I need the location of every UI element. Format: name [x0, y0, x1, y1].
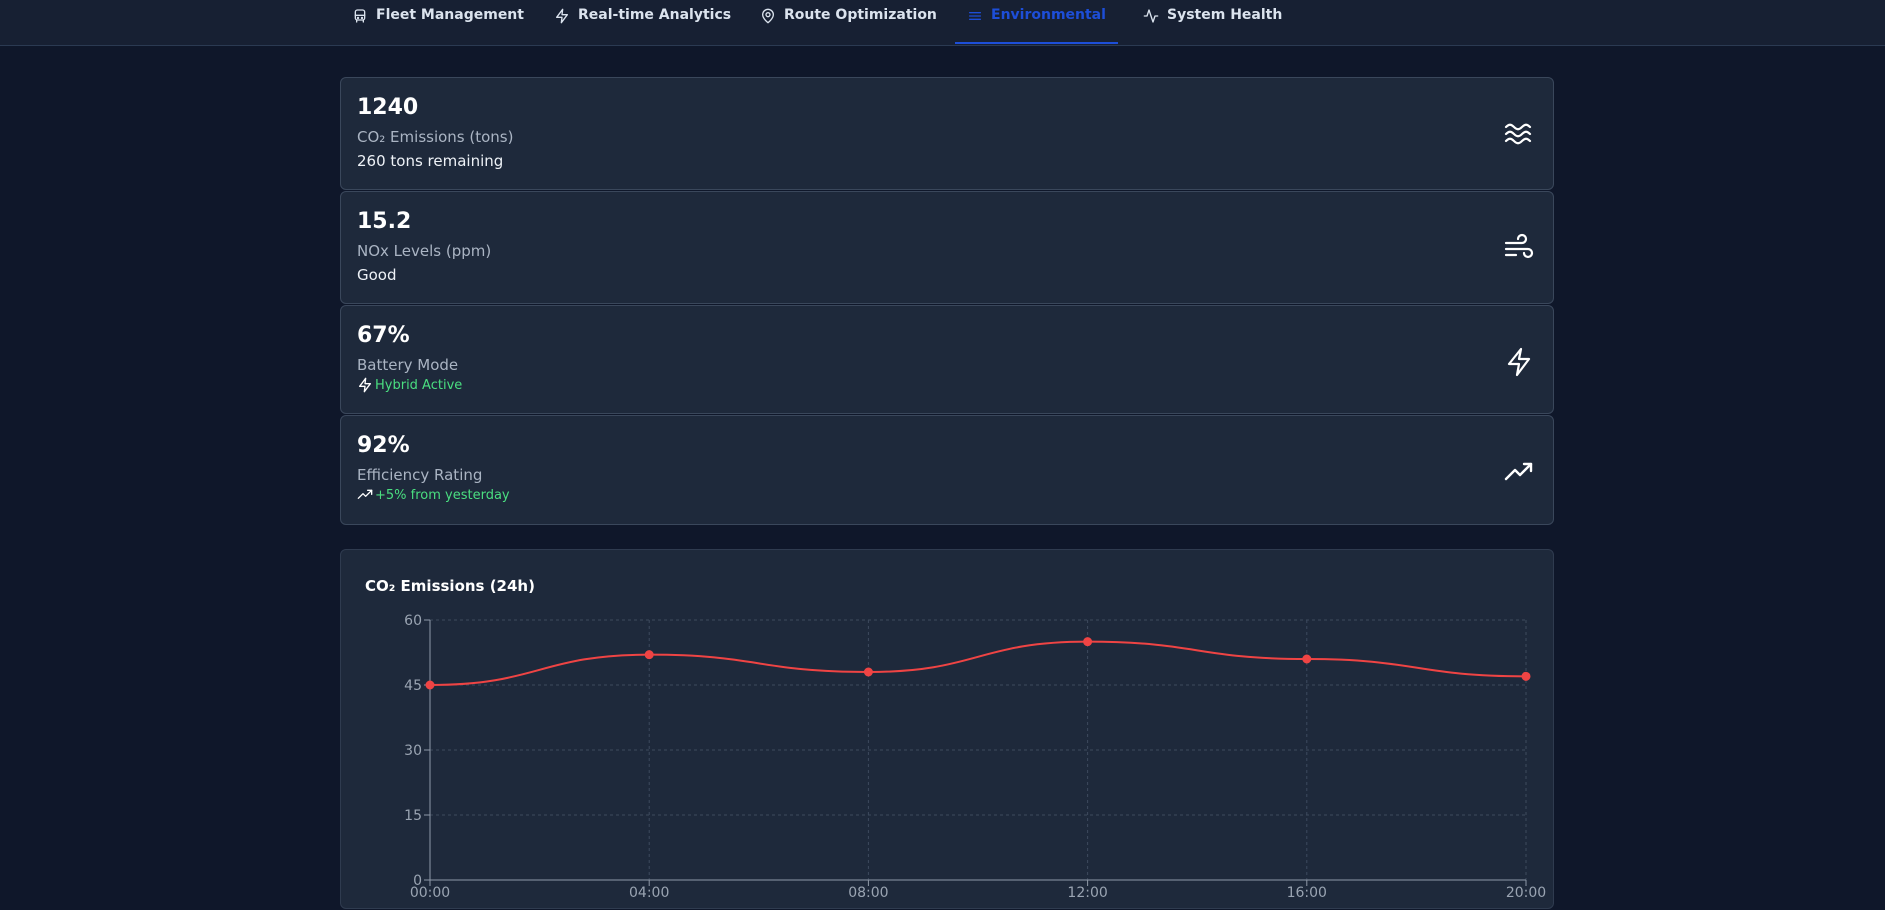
x-tick-label: 20:00 [1506, 885, 1546, 901]
tab-fleet-management[interactable]: Fleet Management [352, 0, 524, 45]
metric-subtext: Hybrid Active [357, 377, 462, 393]
waves-icon [1504, 123, 1532, 145]
tab-label: Route Optimization [784, 7, 937, 23]
data-point [1083, 637, 1093, 647]
metric-label: Efficiency Rating [357, 466, 483, 484]
x-tick-label: 08:00 [848, 885, 888, 901]
x-tick-label: 16:00 [1287, 885, 1327, 901]
metric-card-efficiency: 92% Efficiency Rating +5% from yesterday [340, 415, 1554, 525]
metric-subtext: +5% from yesterday [357, 487, 510, 503]
metric-label: Battery Mode [357, 356, 459, 374]
metric-label: NOx Levels (ppm) [357, 242, 492, 260]
data-point [863, 667, 873, 677]
metric-label: CO₂ Emissions (tons) [357, 128, 514, 146]
list-icon [969, 12, 981, 20]
tab-real-time-analytics[interactable]: Real-time Analytics [554, 0, 731, 45]
data-point [1521, 671, 1531, 681]
y-tick-label: 60 [404, 613, 422, 629]
data-point [425, 680, 435, 690]
trending-up-icon [1504, 462, 1533, 481]
metric-card-nox: 15.2 NOx Levels (ppm) Good [340, 191, 1554, 304]
map-pin-icon [762, 8, 774, 24]
tab-route-optimization[interactable]: Route Optimization [760, 0, 937, 45]
lightning-icon [1507, 347, 1531, 377]
metric-subtext: Good [357, 266, 397, 284]
y-tick-label: 30 [404, 743, 422, 759]
lightning-icon [359, 377, 371, 393]
wind-icon [1504, 233, 1534, 259]
metric-card-battery: 67% Battery Mode Hybrid Active [340, 305, 1554, 414]
y-tick-label: 45 [404, 678, 422, 694]
tab-environmental[interactable]: Environmental [955, 0, 1118, 45]
x-tick-label: 12:00 [1067, 885, 1107, 901]
tab-system-health[interactable]: System Health [1143, 0, 1282, 45]
tab-label: System Health [1167, 7, 1283, 23]
metric-value: 1240 [357, 95, 419, 120]
lightning-icon [556, 8, 568, 24]
y-tick-label: 15 [404, 808, 422, 824]
x-tick-label: 00:00 [410, 885, 450, 901]
co2-emissions-chart: 01530456000:00 04:00 08:00 12:00 16:00 20:00 [404, 613, 1546, 901]
trending-up-icon [357, 489, 373, 499]
tab-label: Fleet Management [376, 7, 524, 23]
metric-card-co2: 1240 CO₂ Emissions (tons) 260 tons remai… [340, 77, 1554, 190]
metric-value: 15.2 [357, 209, 412, 234]
data-point [1302, 654, 1312, 664]
activity-icon [1143, 9, 1159, 23]
tab-label: Real-time Analytics [578, 7, 732, 23]
tab-label: Environmental [991, 7, 1106, 23]
co2-emissions-chart-card: CO₂ Emissions (24h) 0 15 30 45 60 00:00 04:00 0… [340, 549, 1554, 909]
bus-icon [354, 9, 366, 23]
metric-value: 92% [357, 433, 410, 458]
metric-value: 67% [357, 323, 410, 348]
metric-subtext: 260 tons remaining [357, 152, 504, 170]
series-line [429, 640, 1527, 686]
data-point [644, 650, 654, 660]
x-tick-label: 04:00 [629, 885, 669, 901]
top-navigation: Fleet Management Real-time Analytics Rou… [0, 0, 1885, 46]
